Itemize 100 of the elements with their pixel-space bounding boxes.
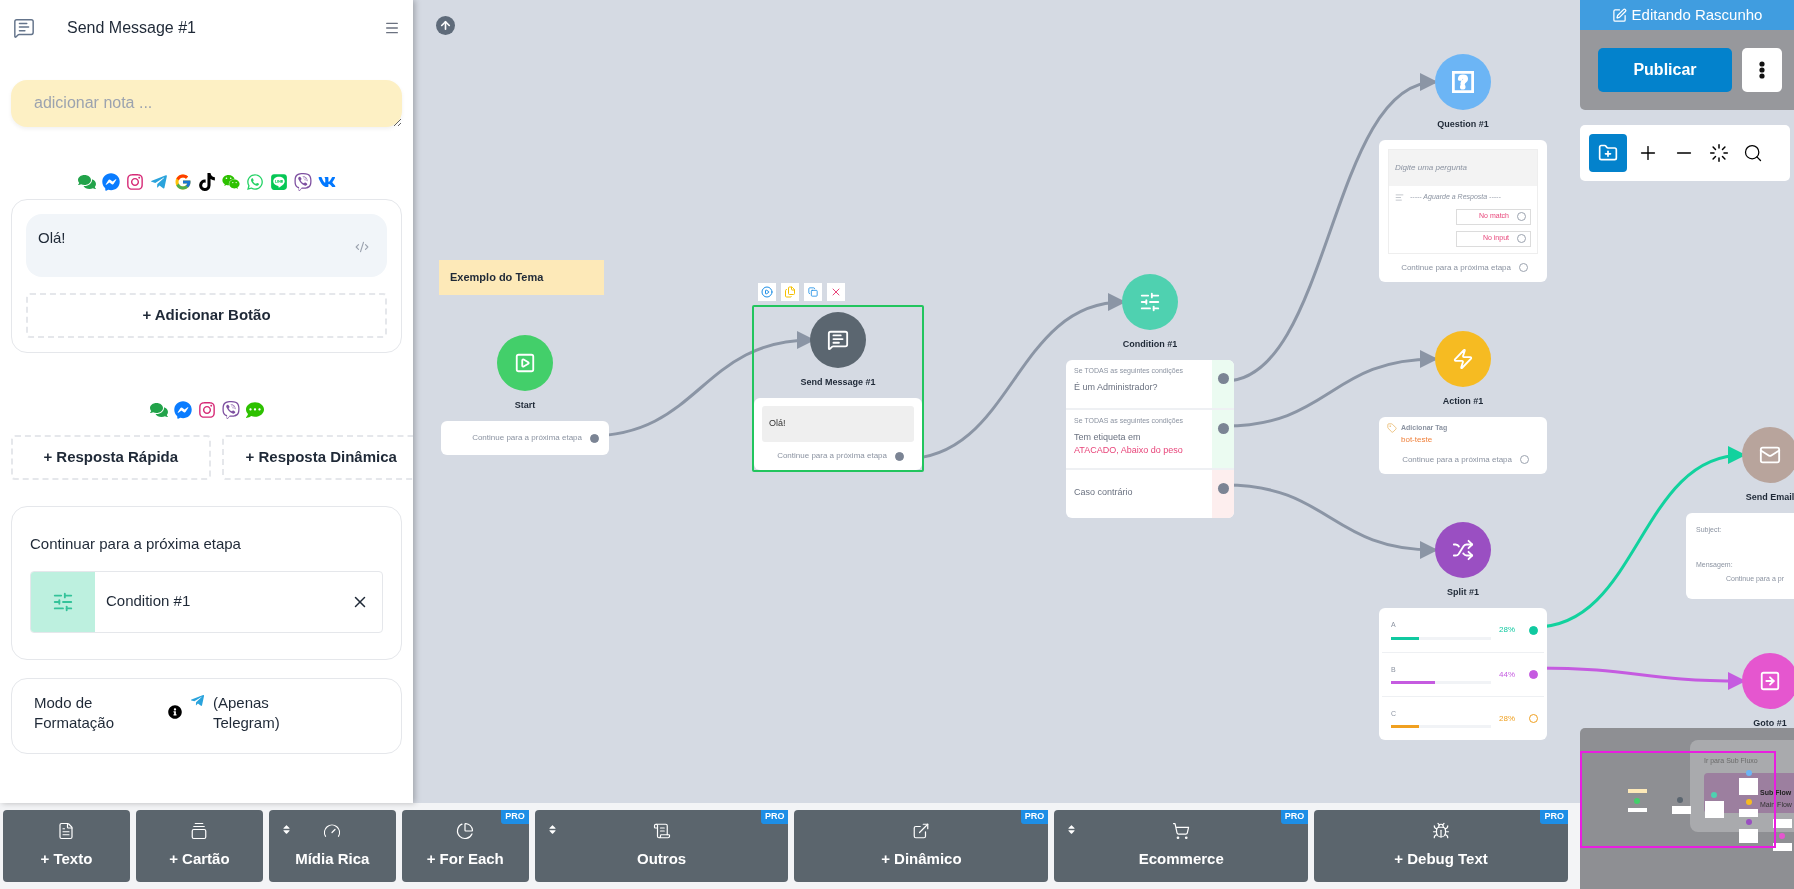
info-icon[interactable] — [168, 704, 182, 719]
next-step-text: Continue para a próxima etapa — [472, 432, 582, 444]
external-link-icon — [912, 821, 931, 840]
viber-icon — [221, 401, 240, 419]
search-icon[interactable] — [1743, 143, 1763, 163]
message-field[interactable]: Olá! — [26, 214, 387, 277]
pro-badge: PRO — [501, 810, 529, 824]
add-block-button[interactable]: Ecommerce PRO — [1054, 810, 1309, 882]
condition-tags: ATACADO, Abaixo do peso — [1074, 444, 1204, 458]
node-title: Split #1 — [1447, 586, 1479, 599]
arrow-right-icon — [1759, 670, 1781, 692]
condition-text: Tem etiqueta em — [1074, 430, 1142, 444]
add-block-button[interactable]: + Dinâmico PRO — [794, 810, 1049, 882]
viewport-frame[interactable] — [1580, 751, 1776, 848]
branch-percent: 28% — [1499, 624, 1515, 636]
target-name: Condition #1 — [106, 591, 191, 612]
list-icon — [652, 821, 671, 840]
next-step-text: Continue para a próxima etapa — [777, 450, 887, 462]
line-icon — [269, 173, 288, 191]
add-block-button[interactable]: Outros PRO — [534, 810, 789, 882]
lines-icon — [1395, 192, 1404, 202]
tiktok-icon — [197, 173, 216, 191]
note-field[interactable]: adicionar nota ... — [11, 80, 402, 127]
message-icon — [13, 16, 35, 39]
theme-note: Exemplo do Tema — [439, 260, 604, 295]
fit-view-icon[interactable] — [1709, 143, 1729, 163]
add-block-button[interactable]: + For Each PRO — [401, 810, 529, 882]
messenger-icon — [173, 401, 192, 419]
add-block-button[interactable]: + Cartão — [135, 810, 263, 882]
close-icon — [830, 286, 842, 298]
gauge-icon — [323, 821, 342, 840]
folder-plus-icon — [1598, 143, 1618, 163]
add-block-button[interactable]: + Debug Text PRO — [1314, 810, 1568, 882]
sort-icon[interactable] — [1066, 824, 1078, 835]
add-folder-button[interactable] — [1589, 134, 1627, 172]
question-icon — [1452, 71, 1474, 93]
format-label: Modo de Formatação — [34, 692, 116, 733]
cards-icon — [190, 821, 209, 840]
duplicate-button[interactable] — [804, 283, 822, 301]
branch-percent: 44% — [1499, 668, 1515, 681]
cart-icon — [1172, 821, 1191, 840]
panel-title: Send Message #1 — [67, 17, 196, 38]
play-icon — [514, 352, 536, 374]
pro-badge: PRO — [1020, 810, 1049, 824]
delete-button[interactable] — [827, 283, 845, 301]
pro-badge: PRO — [760, 810, 789, 824]
whatsapp-icon — [245, 173, 264, 191]
arrow-up-icon — [439, 19, 452, 32]
play-button[interactable] — [758, 283, 776, 301]
pie-chart-icon — [456, 821, 475, 840]
play-icon — [761, 286, 773, 298]
node-title: Start — [514, 399, 536, 412]
instagram-icon — [125, 173, 144, 191]
message-text: Olá! — [769, 417, 786, 431]
pro-badge: PRO — [1280, 810, 1309, 824]
format-hint: (Apenas Telegram) — [213, 692, 281, 733]
branch-percent: 28% — [1499, 712, 1515, 725]
envelope-icon — [1759, 444, 1781, 466]
more-button[interactable] — [1742, 48, 1782, 92]
sliders-icon — [1139, 291, 1161, 313]
message-icon — [827, 329, 849, 351]
draft-status: Editando Rascunho — [1631, 4, 1763, 25]
edit-icon — [1611, 7, 1627, 23]
chat-bubbles-icon — [149, 401, 168, 419]
node-title: Action #1 — [1442, 395, 1484, 408]
document-icon — [57, 821, 76, 840]
condition-text: É um Administrador? — [1074, 380, 1159, 394]
question-field[interactable]: Digite uma pergunta — [1389, 150, 1537, 186]
shuffle-icon — [1452, 539, 1474, 561]
instagram-icon — [197, 401, 216, 419]
node-title: Send Message #1 — [800, 376, 876, 389]
bug-icon — [1432, 821, 1451, 840]
target-row[interactable]: Condition #1 — [30, 570, 383, 633]
sort-icon[interactable] — [546, 824, 558, 835]
lightning-icon — [1452, 348, 1474, 370]
chat-bubble-icon — [245, 401, 264, 419]
telegram-icon — [149, 173, 168, 191]
sort-icon[interactable] — [280, 824, 292, 835]
viber-icon — [293, 173, 312, 191]
add-button[interactable]: + Adicionar Botão — [26, 293, 387, 338]
publish-button[interactable]: Publicar — [1598, 48, 1732, 92]
reply-button[interactable]: + Resposta Rápida — [11, 435, 211, 480]
message-text: Olá! — [38, 229, 66, 246]
tag-icon — [1387, 423, 1397, 433]
next-step-text: Continue para a próxima etapa — [1402, 453, 1512, 466]
node-title: Send Email — [1745, 491, 1794, 504]
chat-bubbles-icon — [77, 173, 96, 191]
sliders-icon — [52, 590, 74, 613]
next-step-text: Continue para a próxima etapa — [1401, 261, 1511, 274]
more-icon — [1759, 61, 1765, 79]
tag-name: bot-teste — [1401, 433, 1434, 446]
node-title: Goto #1 — [1753, 717, 1787, 730]
wechat-icon — [221, 173, 240, 191]
code-icon[interactable] — [355, 240, 369, 254]
condition-text: Caso contrário — [1074, 486, 1134, 499]
add-block-button[interactable]: Mídia Rica — [268, 810, 396, 882]
scroll-up-button[interactable] — [436, 16, 455, 35]
add-block-button[interactable]: + Texto — [3, 810, 130, 882]
google-icon — [173, 173, 192, 191]
pro-badge: PRO — [1540, 810, 1568, 824]
